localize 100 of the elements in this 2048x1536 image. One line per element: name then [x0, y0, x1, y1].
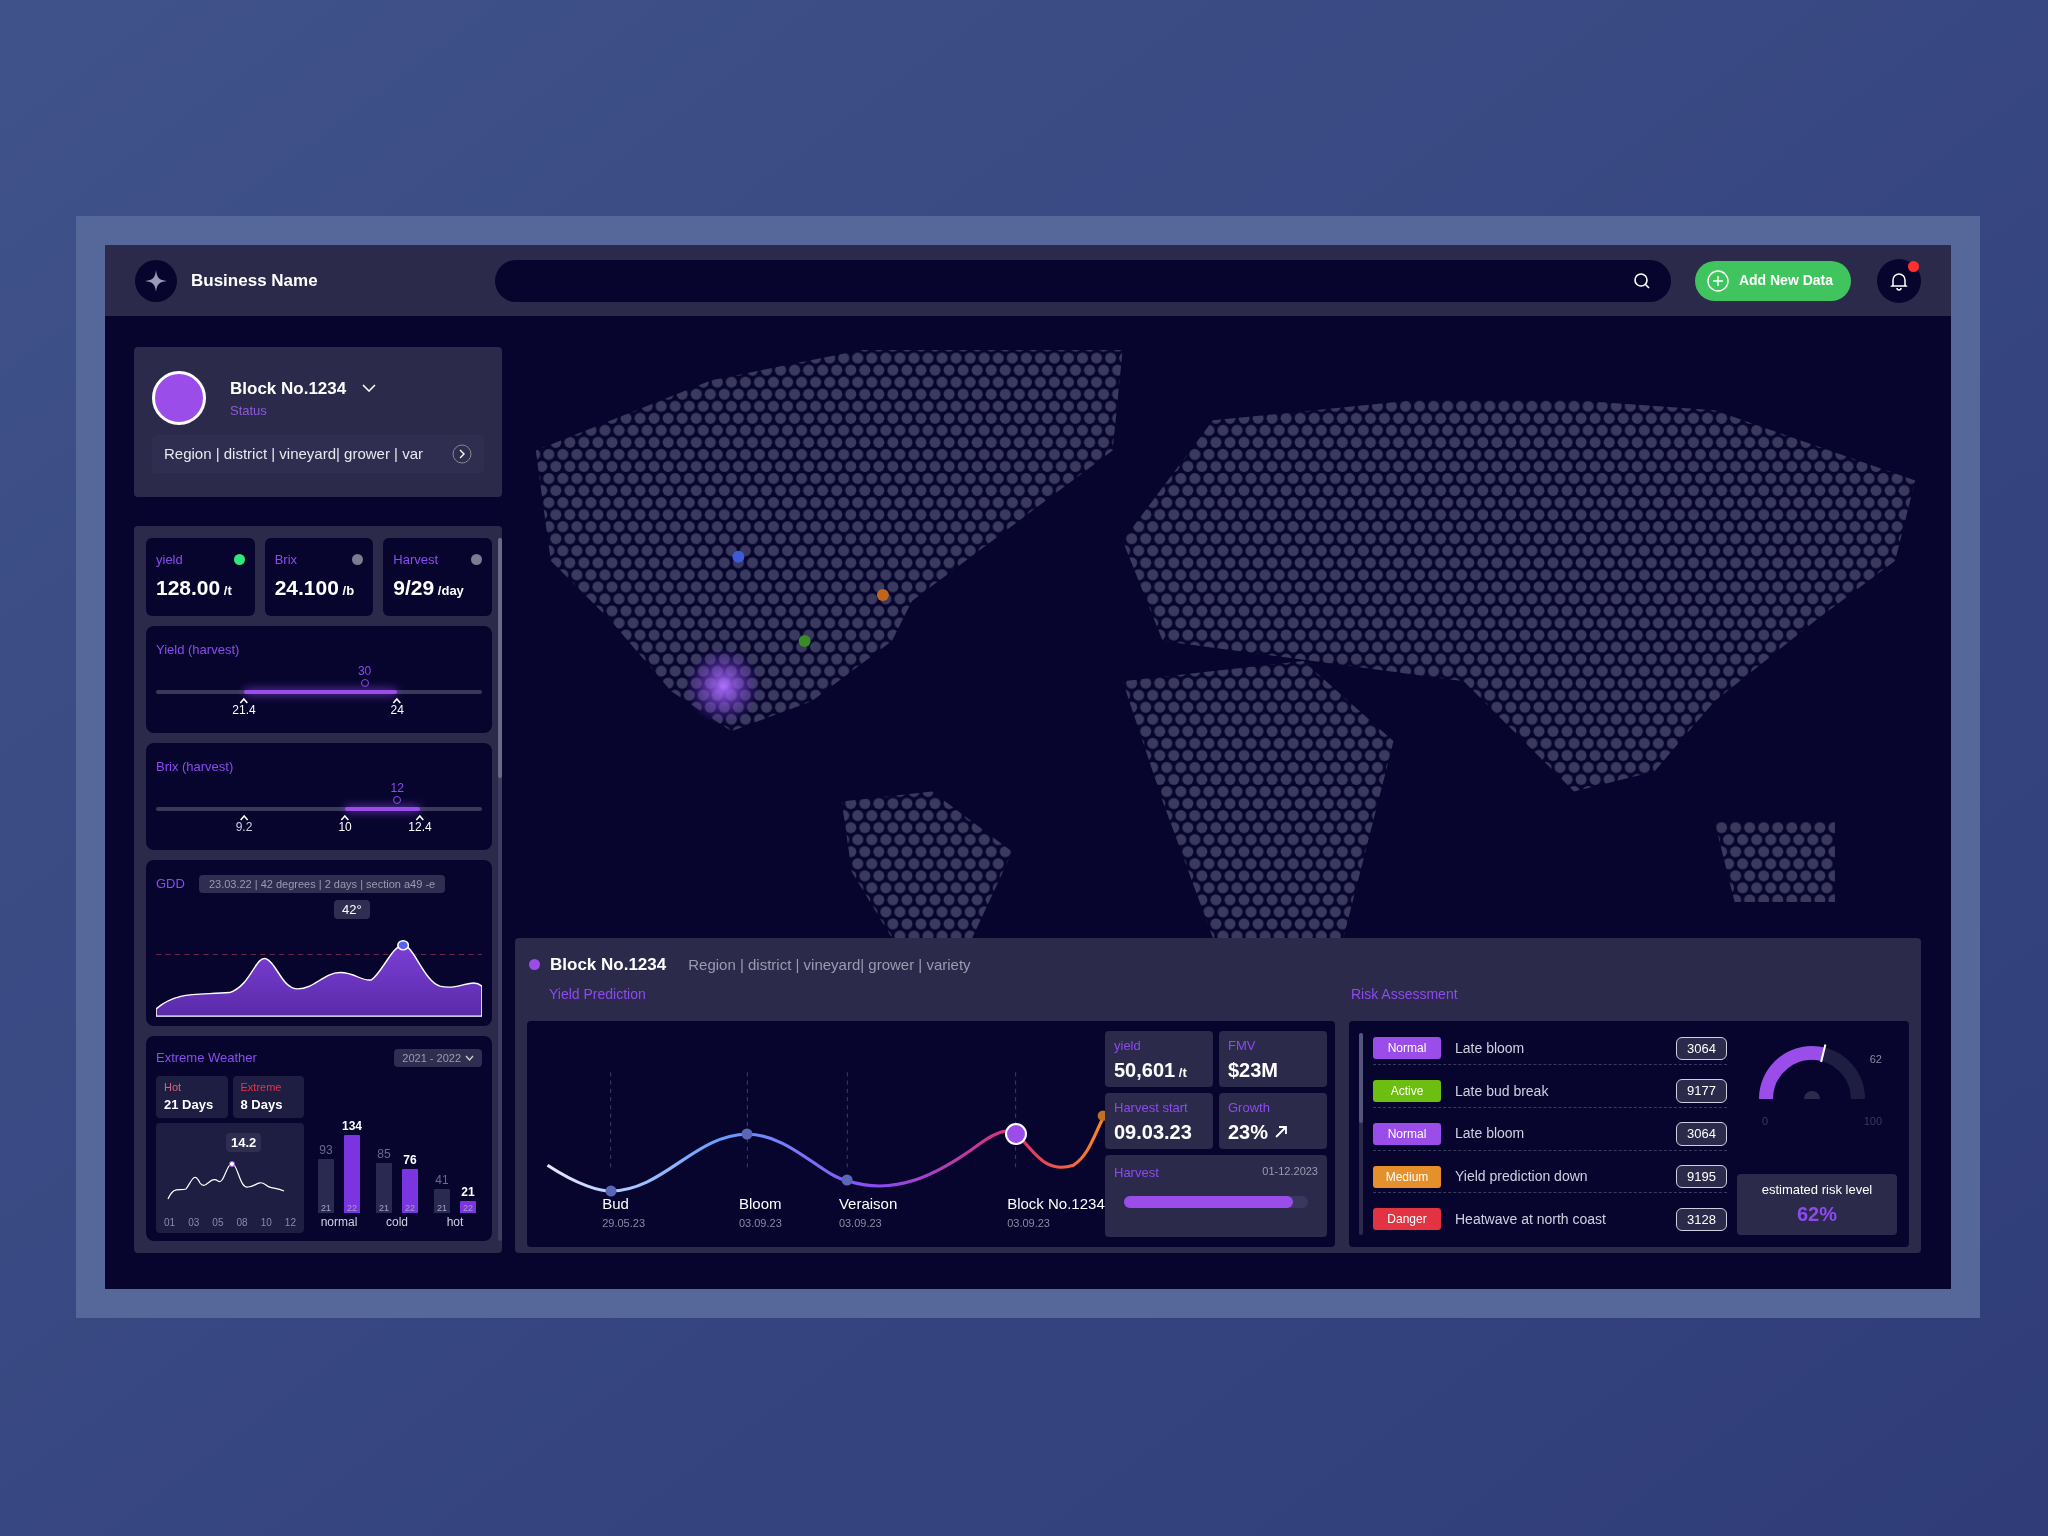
range-title: Yield (harvest) [156, 641, 241, 659]
weather-title: Extreme Weather [156, 1049, 257, 1067]
metric-label: Growth [1228, 1098, 1271, 1117]
breadcrumb-text: Region | district | vineyard| grower | var [164, 443, 423, 464]
bell-icon [1889, 270, 1909, 291]
harvest-label: Harvest [1114, 1163, 1159, 1182]
series-label: 21 [321, 1203, 331, 1213]
category-label: normal [320, 1214, 358, 1231]
yield-prediction-title: Yield Prediction [548, 984, 647, 1004]
stat-label: Brix [274, 551, 298, 569]
search-field[interactable] [495, 259, 1671, 302]
series-label: 22 [405, 1203, 415, 1213]
risk-text: Late bloom [1455, 1038, 1526, 1058]
period-dropdown[interactable]: 2021 - 2022 [394, 1048, 482, 1067]
business-name: Business Name [191, 269, 319, 292]
metric-label: FMV [1228, 1036, 1257, 1055]
stat-value: 24.100 /b [274, 574, 356, 601]
stage-label: Veraison [838, 1193, 898, 1214]
stat-value: 9/29 /day [393, 574, 465, 601]
series-label: 21 [437, 1203, 447, 1213]
risk-text: Heatwave at north coast [1455, 1209, 1607, 1229]
stage-date: 03.09.23 [738, 1216, 782, 1231]
slider-handle[interactable]: 21.4 [232, 697, 256, 717]
gdd-title: GDD [156, 875, 185, 893]
block-status: Status [230, 402, 268, 420]
chevron-down-icon [362, 384, 377, 393]
bar-value: 41 [435, 1172, 449, 1189]
risk-tag: Medium [1373, 1165, 1441, 1188]
axis-label: 12 [284, 1216, 296, 1230]
metric-value: 23% [1228, 1120, 1269, 1145]
stage-label: Bud [602, 1193, 630, 1214]
axis-label: 05 [212, 1216, 224, 1230]
bar-value: 21 [461, 1183, 475, 1201]
count-label: Hot [164, 1079, 183, 1095]
count-value: 8 Days [240, 1096, 284, 1114]
risk-value: 3064 [1676, 1036, 1727, 1060]
category-label: hot [446, 1214, 464, 1231]
logo-icon [135, 259, 177, 302]
series-label: 22 [463, 1203, 473, 1213]
count-label: Extreme [240, 1079, 283, 1095]
axis-label: 03 [188, 1216, 200, 1230]
plus-icon [1706, 269, 1729, 292]
risk-value: 9177 [1676, 1079, 1727, 1103]
risk-level-caption: estimated risk level [1761, 1180, 1873, 1199]
metric-label: yield [1114, 1036, 1142, 1055]
slider-handle[interactable]: 9.2 [235, 814, 253, 834]
risk-tag: Normal [1373, 1037, 1441, 1060]
bar-value: 134 [342, 1117, 362, 1135]
detail-title: Block No.1234 [550, 954, 667, 976]
target-label: 12 [390, 781, 404, 795]
stat-label: yield [156, 551, 183, 569]
notification-button[interactable] [1877, 258, 1921, 303]
risk-text: Late bloom [1455, 1124, 1526, 1144]
scrollbar-thumb[interactable] [498, 538, 502, 778]
metric-value: 50,601 /t [1114, 1058, 1187, 1083]
stage-label: Bloom [738, 1193, 782, 1214]
harvest-date: 01-12.2023 [1262, 1163, 1318, 1179]
risk-value: 3064 [1676, 1122, 1727, 1146]
detail-path: Region | district | vineyard| grower | variety [688, 954, 971, 975]
gauge-reading: 62 [1869, 1051, 1882, 1067]
risk-tag: Normal [1373, 1122, 1441, 1145]
risk-value: 9195 [1676, 1164, 1727, 1189]
series-label: 21 [379, 1203, 389, 1213]
risk-value: 3128 [1676, 1207, 1727, 1231]
category-label: cold [386, 1214, 408, 1231]
stat-value: 128.00 /t [156, 574, 233, 601]
risk-assessment-title: Risk Assessment [1350, 984, 1458, 1004]
metric-value: 09.03.23 [1114, 1120, 1192, 1145]
trend-tooltip: 14.2 [226, 1132, 262, 1152]
gdd-info: 23.03.22 | 42 degrees | 2 days | section a49 -e [198, 874, 446, 893]
stat-label: Harvest [393, 551, 439, 569]
target-label: 30 [357, 664, 372, 678]
metric-label: Harvest start [1114, 1098, 1189, 1117]
chevron-right-icon [452, 444, 472, 464]
stage-date: 03.09.23 [1007, 1216, 1051, 1231]
axis-label: 08 [236, 1216, 248, 1230]
bar-value: 85 [377, 1146, 391, 1164]
risk-level-value: 62% [1797, 1202, 1837, 1227]
risk-tag: Danger [1373, 1208, 1441, 1231]
metric-value: $23M [1228, 1058, 1279, 1083]
breadcrumb-bar[interactable]: Region | district | vineyard| grower | var [152, 435, 484, 473]
slider-handle[interactable]: 24 [390, 697, 404, 717]
gdd-tooltip: 42° [334, 899, 370, 919]
risk-text: Late bud break [1455, 1081, 1550, 1101]
search-icon [1632, 271, 1651, 290]
axis-label: 01 [164, 1216, 176, 1230]
count-value: 21 Days [164, 1096, 215, 1114]
bar-value: 93 [319, 1141, 333, 1159]
bar-value: 76 [403, 1151, 417, 1169]
chevron-down-icon [465, 1054, 474, 1061]
risk-tag: Active [1373, 1080, 1441, 1102]
series-label: 22 [347, 1203, 357, 1213]
slider-handle[interactable]: 12.4 [408, 814, 432, 834]
scrollbar-thumb[interactable] [1359, 1032, 1363, 1123]
block-avatar [152, 371, 206, 425]
block-dropdown[interactable]: Block No.1234 [230, 375, 377, 401]
range-title: Brix (harvest) [156, 758, 235, 776]
stage-date: 29.05.23 [602, 1216, 646, 1231]
axis-label: 10 [260, 1216, 272, 1230]
slider-handle[interactable]: 10 [338, 814, 352, 834]
